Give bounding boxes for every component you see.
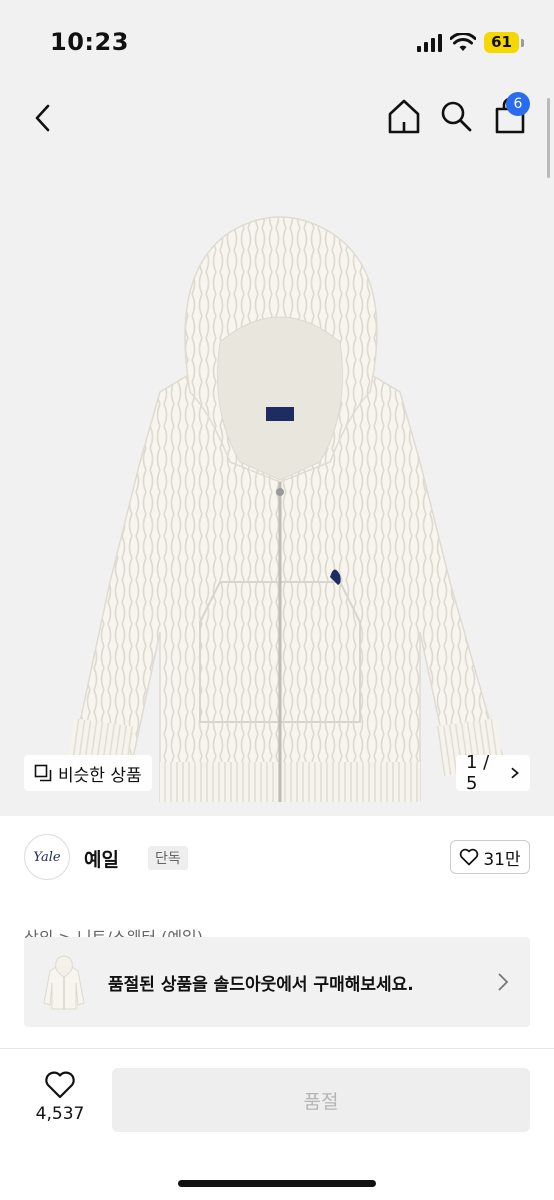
brand-name[interactable]: 예일 [84,845,119,872]
chevron-right-icon [511,767,520,779]
brand-like-button[interactable]: 31만 [450,840,530,874]
image-page-text: 1 / 5 [466,752,490,794]
soldout-button[interactable]: 품절 [112,1068,530,1132]
home-icon[interactable] [386,96,422,136]
cart-count-badge: 6 [506,92,530,116]
status-indicators: 61 [417,32,524,53]
brand-row: Yale 예일 단독 31만 [24,834,530,880]
soldout-banner[interactable]: 품절된 상품을 솔드아웃에서 구매해보세요. [24,937,530,1027]
similar-products-button[interactable]: 비슷한 상품 [24,755,152,791]
product-image-carousel[interactable]: 6 비슷한 상품 1 / 5 [0,90,554,816]
divider [0,1048,554,1049]
chevron-right-icon [498,973,509,991]
product-thumbnail [43,955,85,1010]
status-bar: 10:23 61 [0,0,554,90]
battery-indicator: 61 [484,32,519,53]
search-icon[interactable] [438,96,474,136]
home-indicator[interactable] [178,1180,376,1187]
image-page-indicator[interactable]: 1 / 5 [456,752,530,794]
exclusive-badge: 단독 [148,846,188,870]
wishlist-button[interactable]: 4,537 [28,1068,92,1130]
similar-products-icon [34,764,52,782]
scrollbar[interactable] [547,98,550,178]
wifi-icon [450,32,477,51]
status-time: 10:23 [50,28,129,56]
product-photo [66,216,507,802]
brand-logo[interactable]: Yale [24,834,70,880]
brand-like-count: 31만 [483,849,521,870]
similar-products-label: 비슷한 상품 [58,765,142,786]
wishlist-count: 4,537 [35,1104,85,1124]
back-icon[interactable] [28,98,58,138]
battery-tip [521,38,524,47]
heart-icon [45,1071,75,1099]
heart-icon [460,848,479,866]
soldout-banner-text: 품절된 상품을 솔드아웃에서 구매해보세요. [108,975,414,995]
cellular-signal-icon [417,33,443,52]
